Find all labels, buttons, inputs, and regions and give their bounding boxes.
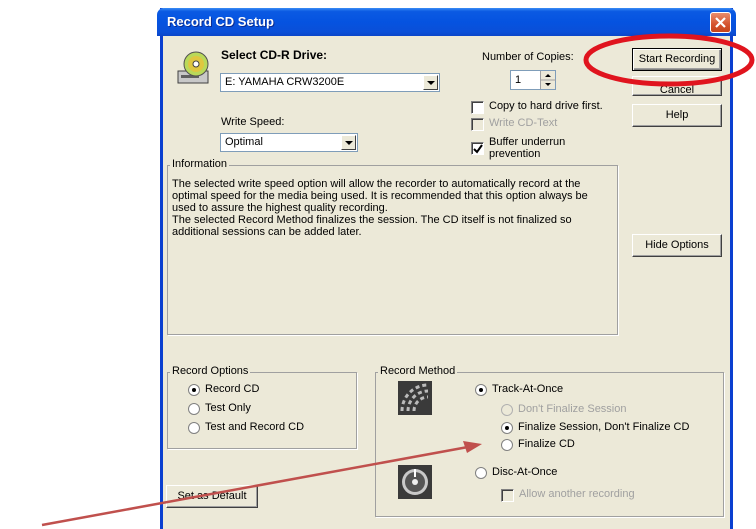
record-cd-label: Record CD bbox=[205, 383, 260, 395]
copy-to-hd-label: Copy to hard drive first. bbox=[489, 100, 603, 112]
record-cd-radio[interactable] bbox=[188, 384, 200, 396]
start-recording-button[interactable]: Start Recording bbox=[632, 48, 722, 71]
copies-spinner[interactable]: 1 bbox=[510, 70, 556, 90]
track-at-once-label: Track-At-Once bbox=[492, 383, 564, 395]
write-cd-text-checkbox[interactable] bbox=[471, 118, 484, 131]
disc-at-once-icon bbox=[398, 465, 432, 499]
chevron-down-icon[interactable] bbox=[423, 75, 438, 90]
finalize-cd-radio[interactable] bbox=[501, 439, 513, 451]
drive-select[interactable]: E: YAMAHA CRW3200E bbox=[220, 73, 440, 92]
write-cd-text-label: Write CD-Text bbox=[489, 117, 558, 129]
track-at-once-icon bbox=[398, 381, 432, 415]
dont-finalize-radio[interactable] bbox=[501, 404, 513, 416]
record-method-title: Record Method bbox=[378, 365, 458, 377]
info-line: optimal speed for the media being used. … bbox=[172, 190, 588, 202]
finalize-cd-label: Finalize CD bbox=[518, 438, 575, 450]
track-at-once-radio[interactable] bbox=[475, 384, 487, 396]
close-button[interactable] bbox=[710, 12, 731, 33]
finalize-session-radio[interactable] bbox=[501, 422, 513, 434]
record-options-title: Record Options bbox=[170, 365, 251, 377]
buffer-underrun-checkbox[interactable] bbox=[471, 142, 484, 155]
dont-finalize-label: Don't Finalize Session bbox=[518, 403, 627, 415]
test-only-label: Test Only bbox=[205, 402, 251, 414]
cd-drive-icon bbox=[177, 51, 209, 84]
close-icon bbox=[715, 17, 726, 28]
drive-label: Select CD-R Drive: bbox=[221, 48, 328, 62]
spinner-updown-icon bbox=[541, 74, 556, 86]
disc-at-once-radio[interactable] bbox=[475, 467, 487, 479]
hide-options-button[interactable]: Hide Options bbox=[632, 234, 722, 257]
help-button[interactable]: Help bbox=[632, 104, 722, 127]
info-line: The selected write speed option will all… bbox=[172, 178, 581, 190]
window-title: Record CD Setup bbox=[167, 14, 274, 29]
buffer-underrun-label-2: prevention bbox=[489, 148, 541, 160]
write-speed-label: Write Speed: bbox=[221, 116, 285, 128]
drive-select-value: E: YAMAHA CRW3200E bbox=[225, 76, 345, 88]
set-as-default-button[interactable]: Set as Default bbox=[166, 485, 258, 508]
checkmark-icon bbox=[473, 144, 483, 154]
write-speed-select[interactable]: Optimal bbox=[220, 133, 358, 152]
spinner-arrows[interactable] bbox=[540, 71, 556, 89]
copies-label: Number of Copies: bbox=[482, 51, 574, 63]
title-bar[interactable]: Record CD Setup bbox=[157, 8, 736, 36]
chevron-down-icon[interactable] bbox=[341, 135, 356, 150]
disc-at-once-label: Disc-At-Once bbox=[492, 466, 558, 478]
allow-another-checkbox[interactable] bbox=[501, 489, 514, 502]
info-line: The selected Record Method finalizes the… bbox=[172, 214, 572, 226]
information-text: The selected write speed option will all… bbox=[172, 178, 612, 238]
copy-to-hd-checkbox[interactable] bbox=[471, 101, 484, 114]
allow-another-label: Allow another recording bbox=[519, 488, 635, 500]
buffer-underrun-label-1: Buffer underrun bbox=[489, 136, 566, 148]
information-group: Information The selected write speed opt… bbox=[167, 158, 618, 335]
info-line: additional sessions can be added later. bbox=[172, 226, 362, 238]
test-and-record-label: Test and Record CD bbox=[205, 421, 305, 433]
finalize-session-label: Finalize Session, Don't Finalize CD bbox=[518, 421, 690, 433]
information-title: Information bbox=[170, 158, 230, 170]
write-speed-value: Optimal bbox=[225, 136, 263, 148]
test-and-record-radio[interactable] bbox=[188, 422, 200, 434]
test-only-radio[interactable] bbox=[188, 403, 200, 415]
cancel-button[interactable]: Cancel bbox=[632, 76, 722, 96]
copies-value: 1 bbox=[515, 74, 522, 86]
info-line: used to assure the highest quality recor… bbox=[172, 202, 388, 214]
